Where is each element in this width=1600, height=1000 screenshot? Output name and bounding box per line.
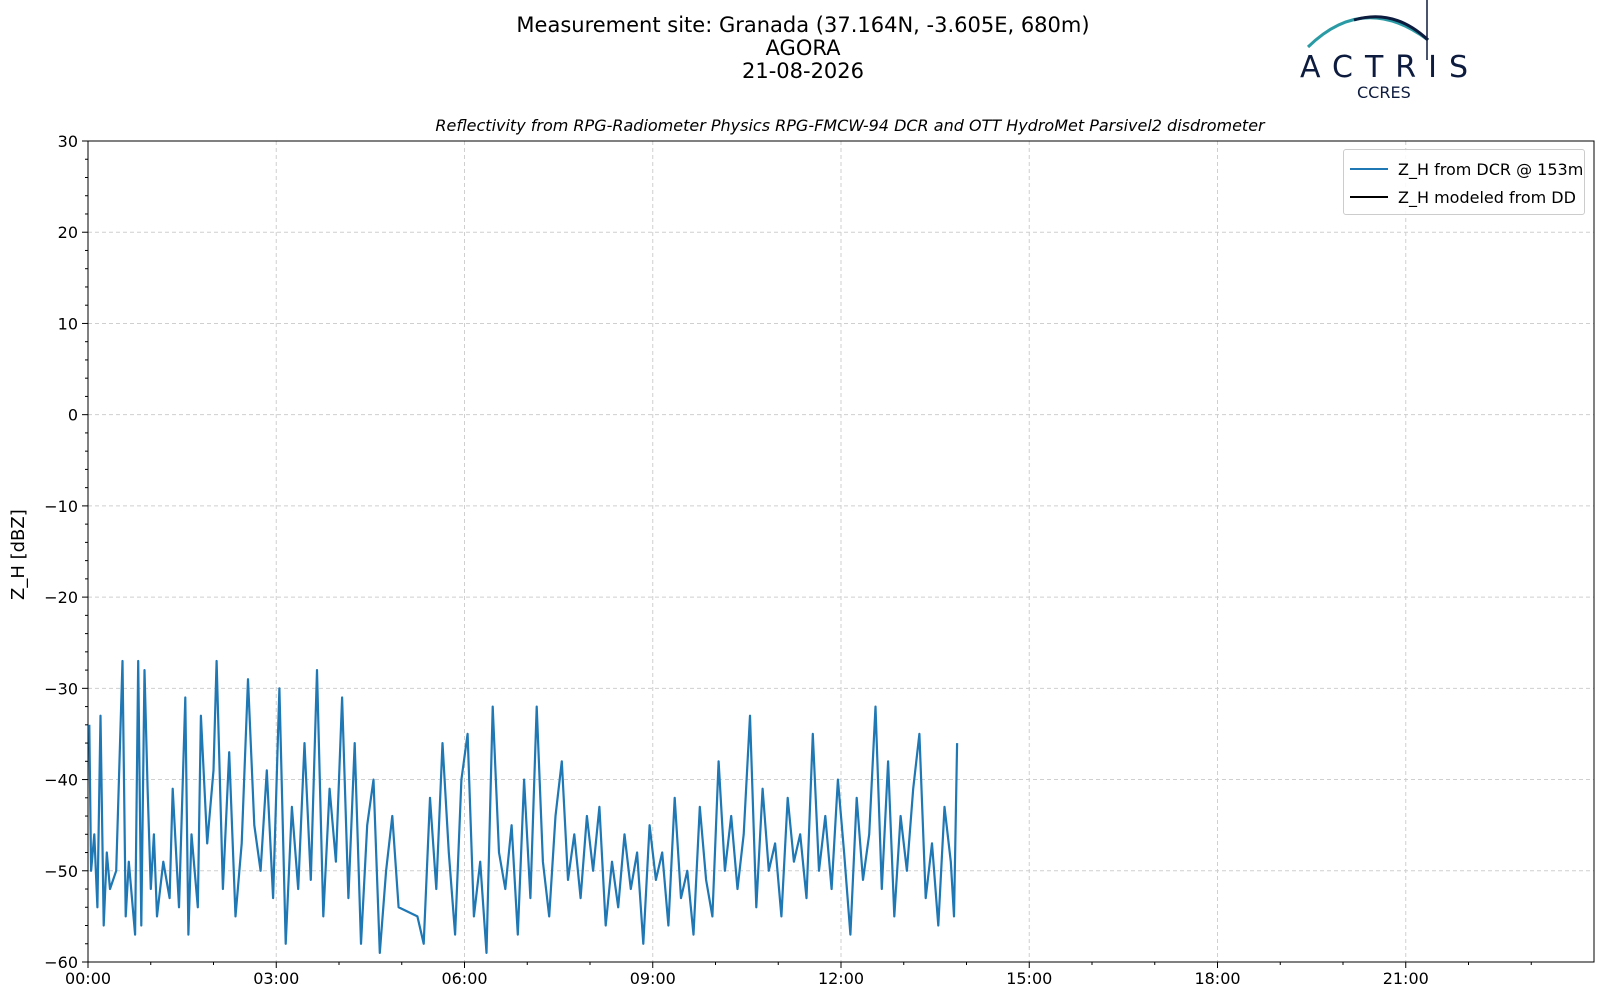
legend-label-dd: Z_H modeled from DD bbox=[1398, 187, 1576, 207]
legend-label-dcr: Z_H from DCR @ 153m bbox=[1398, 159, 1584, 179]
x-tick-label: 03:00 bbox=[253, 969, 299, 988]
y-tick-label: −30 bbox=[44, 679, 78, 698]
chart-legend: Z_H from DCR @ 153m Z_H modeled from DD bbox=[1343, 149, 1585, 215]
x-tick-label: 12:00 bbox=[818, 969, 864, 988]
y-tick-label: 30 bbox=[58, 132, 78, 151]
legend-swatch-dd bbox=[1350, 196, 1388, 198]
y-tick-label: −50 bbox=[44, 862, 78, 881]
x-tick-label: 06:00 bbox=[441, 969, 487, 988]
y-tick-label: 0 bbox=[68, 406, 78, 425]
legend-entry-dcr: Z_H from DCR @ 153m bbox=[1350, 158, 1583, 180]
y-tick-label: −20 bbox=[44, 588, 78, 607]
legend-entry-dd: Z_H modeled from DD bbox=[1350, 186, 1576, 208]
x-tick-label: 21:00 bbox=[1383, 969, 1429, 988]
y-axis-label: Z_H [dBZ] bbox=[8, 509, 29, 600]
x-tick-label: 09:00 bbox=[630, 969, 676, 988]
y-tick-label: −60 bbox=[44, 953, 78, 972]
legend-swatch-dcr bbox=[1350, 168, 1388, 170]
x-tick-label: 15:00 bbox=[1006, 969, 1052, 988]
y-tick-label: −10 bbox=[44, 497, 78, 516]
y-tick-label: −40 bbox=[44, 771, 78, 790]
y-tick-label: 20 bbox=[58, 223, 78, 242]
series-line-0 bbox=[88, 659, 959, 955]
x-tick-label: 18:00 bbox=[1194, 969, 1240, 988]
y-tick-label: 10 bbox=[58, 314, 78, 333]
plot-frame bbox=[87, 140, 1595, 963]
